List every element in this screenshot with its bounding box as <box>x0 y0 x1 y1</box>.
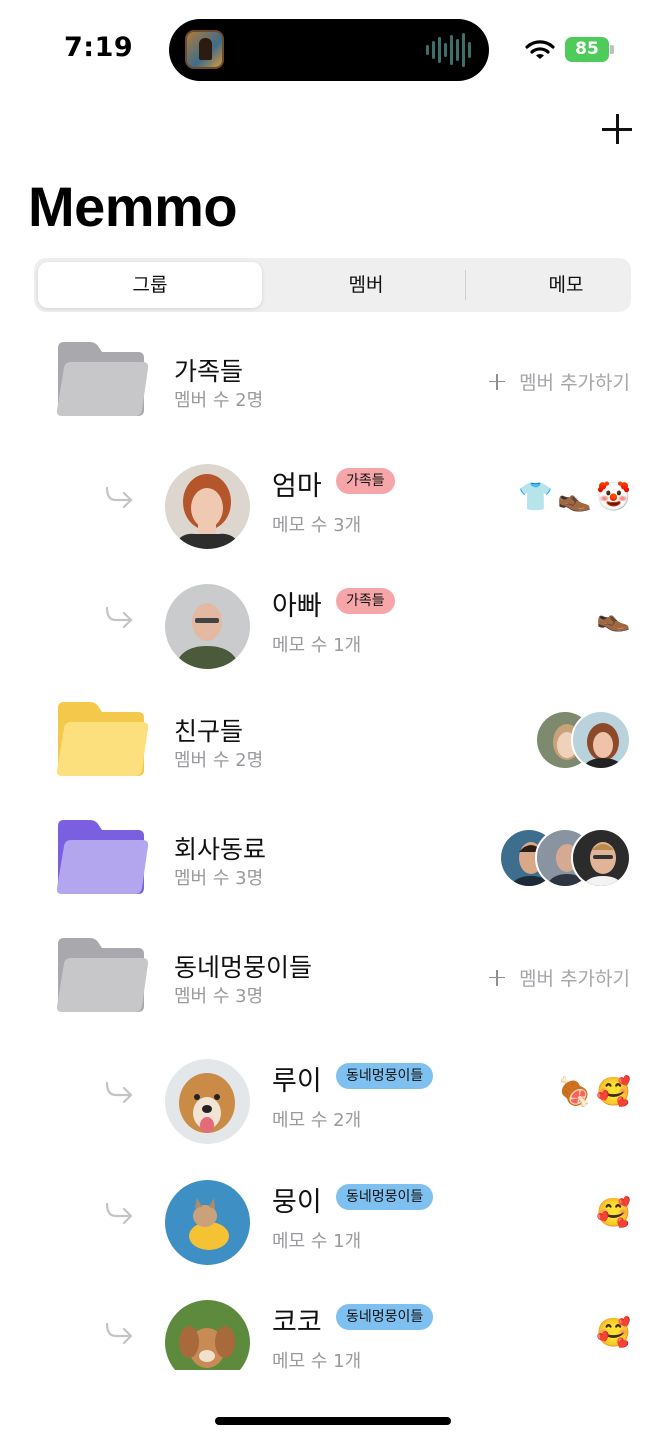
smiling-face-with-hearts-icon: 🥰 <box>596 1075 631 1108</box>
member-row[interactable]: 루이 동네멍뭉이들 메모 수 2개 🍖 🥰 <box>0 1051 665 1151</box>
subdirectory-arrow-icon <box>105 606 133 629</box>
segment-divider <box>465 270 466 300</box>
group-badge: 동네멍뭉이들 <box>336 1184 434 1210</box>
group-row-friends[interactable]: 친구들 멤버 수 2명 <box>0 690 665 790</box>
status-bar: 7:19 85 <box>0 0 665 92</box>
group-row-family[interactable]: 가족들 멤버 수 2명 멤버 추가하기 <box>0 330 665 430</box>
subdirectory-arrow-icon <box>105 1081 133 1104</box>
battery-level: 85 <box>575 39 599 59</box>
memo-emoji-list: 🥰 <box>596 1316 631 1349</box>
memo-count: 메모 수 3개 <box>272 515 362 536</box>
add-member-label: 멤버 추가하기 <box>519 372 630 394</box>
subdirectory-arrow-icon <box>105 1202 133 1225</box>
audio-waveform-icon <box>426 33 471 67</box>
shirt-icon: 👕 <box>518 480 554 513</box>
avatar <box>165 584 250 669</box>
clown-icon: 🤡 <box>596 480 631 513</box>
add-member-label: 멤버 추가하기 <box>519 968 630 990</box>
group-badge: 동네멍뭉이들 <box>336 1063 434 1089</box>
group-badge: 동네멍뭉이들 <box>336 1304 434 1330</box>
member-name: 뭉이 <box>272 1187 322 1218</box>
member-avatar-stack <box>499 828 631 888</box>
avatar <box>165 1300 250 1370</box>
add-button[interactable] <box>600 112 634 146</box>
dynamic-island[interactable] <box>169 19 489 81</box>
member-row[interactable]: 코코 동네멍뭉이들 메모 수 1개 🥰 <box>0 1292 665 1370</box>
memo-emoji-list: 🍖 🥰 <box>557 1075 631 1108</box>
wifi-icon <box>525 40 555 59</box>
meat-on-bone-icon: 🍖 <box>557 1075 593 1108</box>
status-time: 7:19 <box>64 32 134 63</box>
avatar <box>165 464 250 549</box>
shoe-icon: 👞 <box>596 600 631 633</box>
group-badge: 가족들 <box>336 468 395 494</box>
member-row[interactable]: 뭉이 동네멍뭉이들 메모 수 1개 🥰 <box>0 1172 665 1272</box>
smiling-face-with-hearts-icon: 🥰 <box>596 1196 631 1229</box>
group-row-neighborhood-dogs[interactable]: 동네멍뭉이들 멤버 수 3명 멤버 추가하기 <box>0 926 665 1026</box>
subdirectory-arrow-icon <box>105 1322 133 1345</box>
add-member-button[interactable]: 멤버 추가하기 <box>489 368 630 395</box>
shoe-icon: 👞 <box>557 480 593 513</box>
page-title: Memmo <box>28 175 238 238</box>
home-indicator[interactable] <box>215 1417 451 1425</box>
memo-count: 메모 수 1개 <box>272 635 362 656</box>
folder-icon <box>54 700 150 778</box>
group-name: 동네멍뭉이들 <box>174 953 313 982</box>
group-name: 친구들 <box>174 717 244 746</box>
group-badge: 가족들 <box>336 588 395 614</box>
smiling-face-with-hearts-icon: 🥰 <box>596 1316 631 1349</box>
battery-indicator: 85 <box>565 37 609 62</box>
memo-emoji-list: 👞 <box>596 600 631 633</box>
group-name: 가족들 <box>174 357 244 386</box>
memo-count: 메모 수 1개 <box>272 1231 362 1252</box>
folder-icon <box>54 936 150 1014</box>
avatar <box>165 1059 250 1144</box>
member-name: 코코 <box>272 1307 322 1338</box>
memo-count: 메모 수 1개 <box>272 1351 362 1370</box>
memo-emoji-list: 👕 👞 🤡 <box>518 480 631 513</box>
segmented-control: 그룹 멤버 메모 <box>34 258 631 312</box>
add-member-button[interactable]: 멤버 추가하기 <box>489 964 630 991</box>
memo-emoji-list: 🥰 <box>596 1196 631 1229</box>
avatar <box>165 1180 250 1265</box>
group-member-count: 멤버 수 3명 <box>174 986 264 1007</box>
plus-icon <box>489 373 506 390</box>
memo-count: 메모 수 2개 <box>272 1110 362 1131</box>
subdirectory-arrow-icon <box>105 486 133 509</box>
folder-icon <box>54 818 150 896</box>
group-name: 회사동료 <box>174 835 267 864</box>
member-name: 아빠 <box>272 591 322 622</box>
battery-cap <box>610 45 614 54</box>
avatar <box>571 710 631 770</box>
group-row-coworkers[interactable]: 회사동료 멤버 수 3명 <box>0 808 665 908</box>
tab-groups[interactable]: 그룹 <box>38 262 262 308</box>
group-member-count: 멤버 수 3명 <box>174 868 264 889</box>
member-name: 루이 <box>272 1066 322 1097</box>
avatar <box>571 828 631 888</box>
member-name: 엄마 <box>272 471 322 502</box>
tab-members[interactable]: 멤버 <box>268 262 464 308</box>
group-member-count: 멤버 수 2명 <box>174 750 264 771</box>
member-avatar-stack <box>535 710 631 770</box>
folder-icon <box>54 340 150 418</box>
tab-memos[interactable]: 메모 <box>468 262 664 308</box>
plus-icon <box>489 969 506 986</box>
member-row[interactable]: 엄마 가족들 메모 수 3개 👕 👞 🤡 <box>0 456 665 556</box>
now-playing-app-icon <box>185 30 224 69</box>
member-row[interactable]: 아빠 가족들 메모 수 1개 👞 <box>0 576 665 676</box>
group-member-count: 멤버 수 2명 <box>174 390 264 411</box>
